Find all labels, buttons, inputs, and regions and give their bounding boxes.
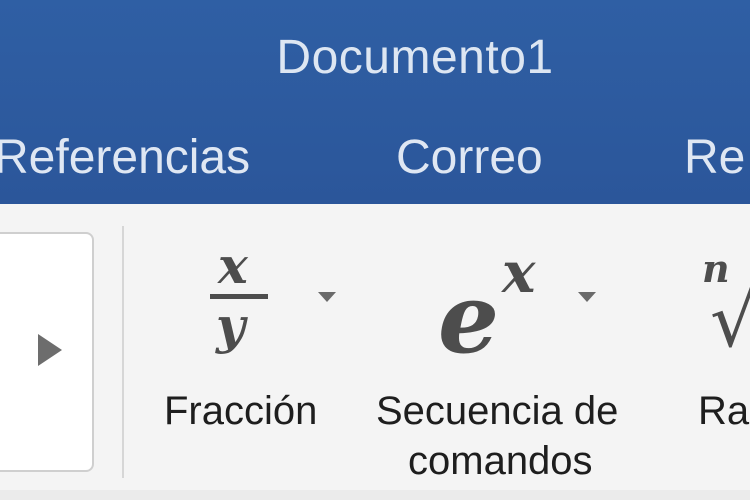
ribbon-panel — [0, 204, 750, 500]
fraction-dropdown-icon[interactable] — [318, 292, 336, 302]
fraction-numerator-icon: x — [218, 236, 248, 295]
ribbon-bottom-edge — [0, 490, 750, 500]
tab-revisar[interactable]: Re — [684, 130, 745, 185]
script-superscript-icon: x — [502, 240, 536, 306]
group-separator — [122, 226, 124, 478]
tab-referencias[interactable]: Referencias — [0, 130, 250, 185]
script-label-line1: Secuencia de — [376, 389, 619, 433]
radical-sign-icon: √ — [710, 278, 750, 364]
fraction-denominator-icon: y — [216, 296, 246, 355]
script-base-icon: e — [438, 262, 500, 375]
radical-label: Ra — [698, 389, 750, 433]
fraction-label: Fracción — [164, 389, 318, 433]
tab-correo[interactable]: Correo — [396, 130, 543, 185]
title-bar: Documento1 Referencias Correo Re — [0, 0, 750, 204]
document-title: Documento1 — [276, 31, 554, 84]
script-dropdown-icon[interactable] — [578, 292, 596, 302]
gallery-expand-arrow-icon[interactable] — [38, 334, 62, 366]
script-label-line2: comandos — [408, 439, 593, 483]
